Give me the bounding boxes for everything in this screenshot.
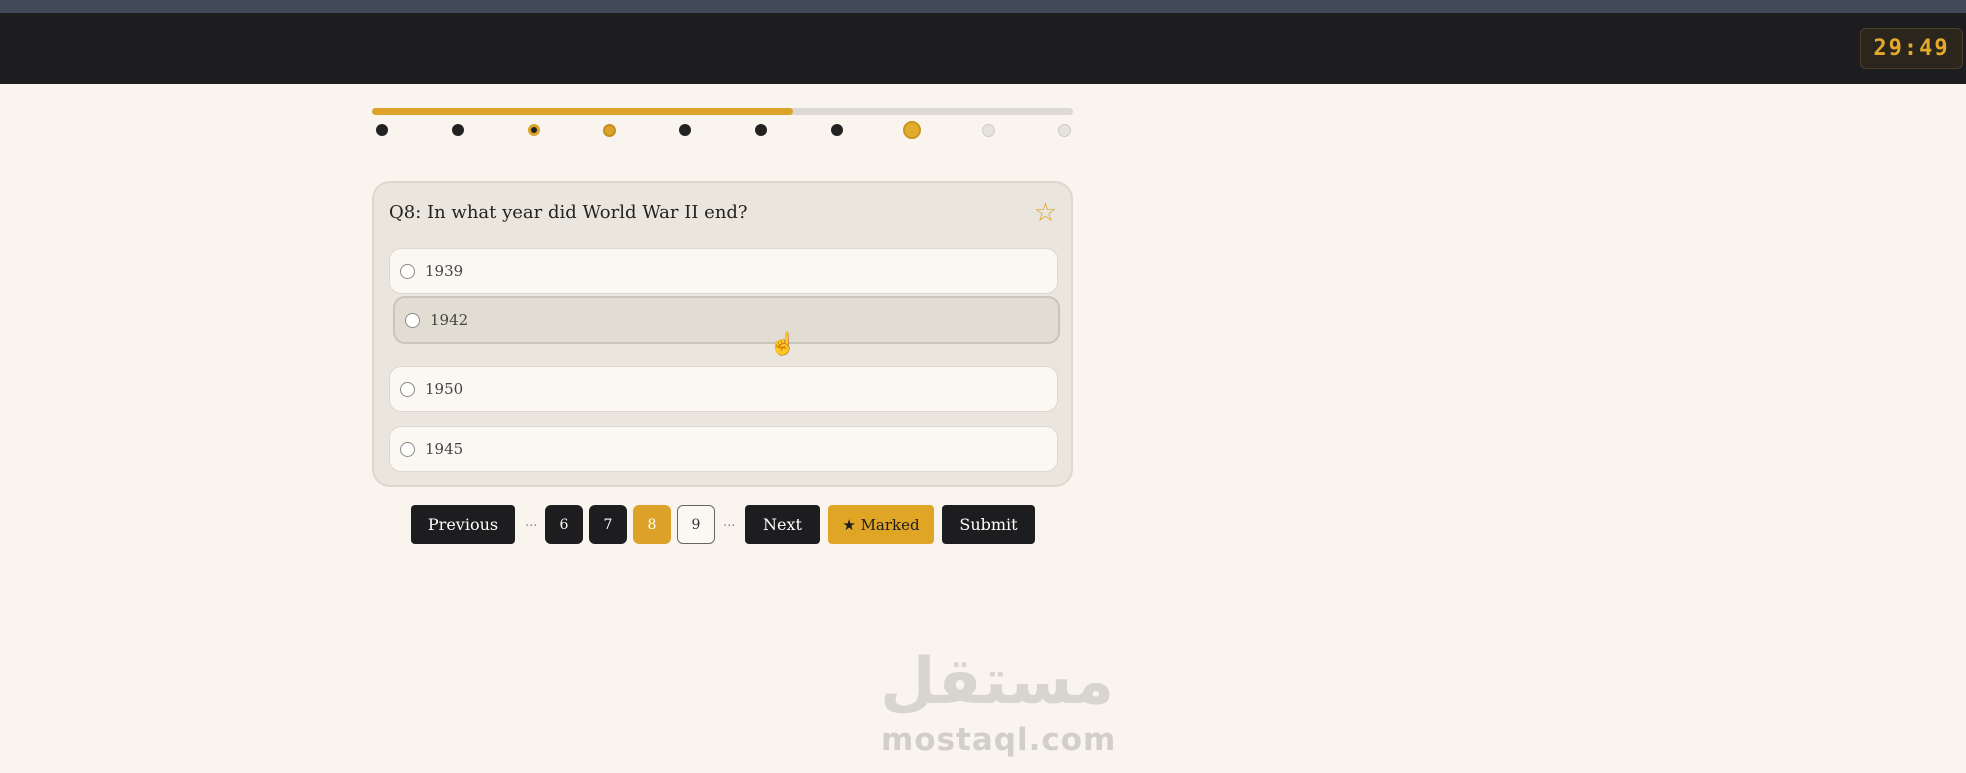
- countdown-timer: 29:49: [1860, 28, 1963, 69]
- watermark-logo-text: mostaql.com: [881, 722, 1117, 758]
- question-dot-7[interactable]: [830, 124, 843, 136]
- radio-icon[interactable]: [400, 381, 415, 397]
- mark-star-icon[interactable]: ☆: [1034, 200, 1057, 226]
- page-button-6[interactable]: 6: [545, 505, 583, 544]
- page-button-8[interactable]: 8: [633, 505, 671, 544]
- option-label: 1945: [425, 440, 464, 458]
- radio-icon[interactable]: [400, 441, 415, 457]
- question-dot-4[interactable]: [602, 123, 616, 137]
- option-label: 1942: [430, 311, 469, 329]
- question-text: Q8: In what year did World War II end?: [389, 202, 748, 223]
- question-dot-8[interactable]: [903, 121, 922, 139]
- question-dot-1[interactable]: [376, 124, 388, 136]
- progress-bar-fill: [372, 108, 793, 115]
- page-button-9[interactable]: 9: [677, 505, 715, 544]
- question-dot-2[interactable]: [451, 124, 464, 136]
- page-button-7[interactable]: 7: [589, 505, 627, 544]
- radio-icon[interactable]: [405, 312, 420, 328]
- question-dot-9[interactable]: [981, 123, 995, 137]
- watermark-logo-arabic: مستقل: [880, 645, 1115, 719]
- option-label: 1950: [425, 380, 464, 398]
- window-top-strip: [0, 0, 1966, 13]
- option-1942[interactable]: 1942: [393, 296, 1060, 344]
- option-1945[interactable]: 1945: [389, 426, 1058, 472]
- pagination-ellipsis-left: ...: [525, 515, 538, 530]
- question-dot-5[interactable]: [679, 124, 692, 136]
- option-1950[interactable]: 1950: [389, 366, 1058, 412]
- radio-icon[interactable]: [400, 263, 415, 279]
- hand-pointer-icon: ☝: [769, 332, 797, 357]
- previous-button[interactable]: Previous: [411, 505, 515, 544]
- option-label: 1939: [425, 262, 464, 280]
- question-dot-3[interactable]: [527, 124, 540, 136]
- option-1939[interactable]: 1939: [389, 248, 1058, 294]
- question-dot-10[interactable]: [1057, 123, 1071, 137]
- question-card: Q8: In what year did World War II end? ☆…: [372, 181, 1073, 487]
- top-bar: 29:49: [0, 13, 1966, 84]
- next-button[interactable]: Next: [745, 505, 820, 544]
- submit-button[interactable]: Submit: [942, 505, 1035, 544]
- progress-bar: [372, 108, 1073, 115]
- pagination-ellipsis-right: ...: [723, 515, 736, 530]
- question-dot-6[interactable]: [754, 124, 767, 136]
- marked-button[interactable]: ★ Marked: [828, 505, 934, 544]
